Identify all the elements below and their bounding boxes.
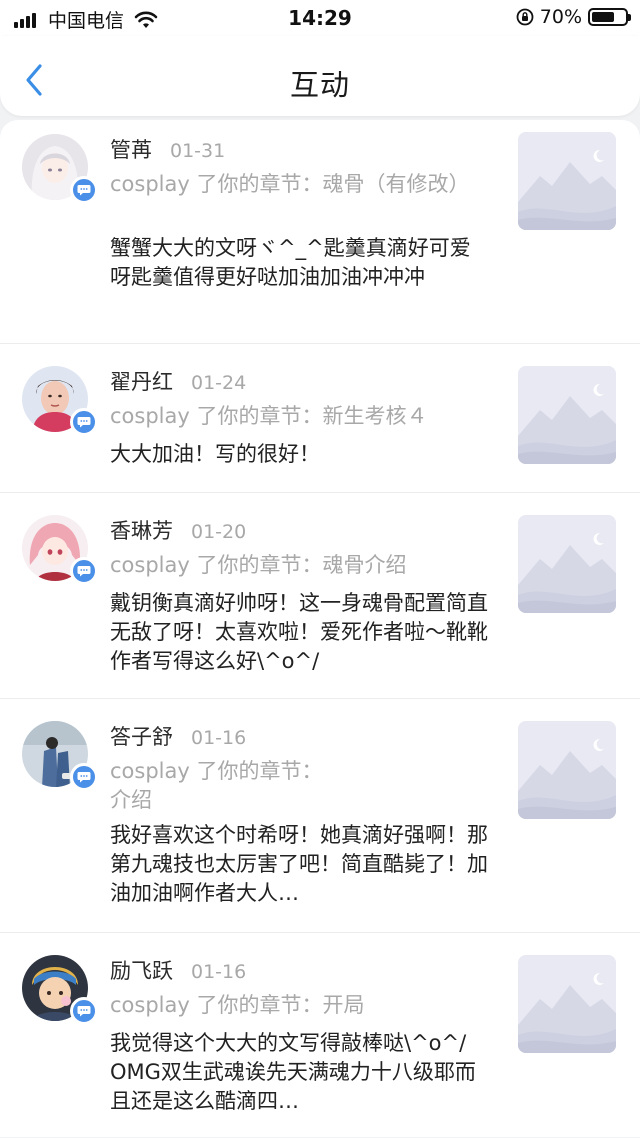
nav-bar: 互动 <box>0 36 640 116</box>
chapter-thumbnail[interactable] <box>518 515 616 613</box>
page-title: 互动 <box>289 68 350 102</box>
date: 01-20 <box>191 521 247 543</box>
username[interactable]: 励飞跃 <box>110 955 173 985</box>
date: 01-16 <box>191 961 247 983</box>
chapter-thumbnail[interactable] <box>518 366 616 464</box>
comment-text: 我觉得这个大大的文写得敲棒哒\^o^/ OMG双生武魂诶先天满魂力十八级耶而且还… <box>110 1031 488 1113</box>
comment-badge-icon <box>70 557 98 585</box>
comment-text: 大大加油！写的很好！ <box>110 442 320 466</box>
action-text: cosplay 了你的章节：魂骨（有修改） <box>110 172 470 196</box>
battery-percent: 70% <box>539 6 582 28</box>
comment-text: 我好喜欢这个时希呀！她真滴好强啊！那第九魂技也太厉害了吧！简直酷毙了！加油加油啊… <box>110 823 488 905</box>
placeholder-image-icon <box>518 955 616 1053</box>
avatar[interactable] <box>22 134 98 204</box>
comment-badge-icon <box>70 408 98 436</box>
chapter-thumbnail[interactable] <box>518 721 616 819</box>
username[interactable]: 答子舒 <box>110 721 173 751</box>
placeholder-image-icon <box>518 132 616 230</box>
list-item[interactable]: 答子舒 01-16 cosplay 了你的章节： 介绍 我好喜欢这个时希呀！她真… <box>0 699 640 933</box>
avatar[interactable] <box>22 955 98 1025</box>
comment-badge-icon <box>70 763 98 791</box>
username[interactable]: 香琳芳 <box>110 515 173 545</box>
comment-badge-icon <box>70 176 98 204</box>
avatar[interactable] <box>22 515 98 585</box>
date: 01-31 <box>170 140 226 162</box>
date: 01-16 <box>191 727 247 749</box>
username[interactable]: 管苒 <box>110 134 152 164</box>
list-item[interactable]: 管苒 01-31 cosplay 了你的章节：魂骨（有修改） 蟹蟹大大的文呀ヾ^… <box>0 120 640 344</box>
action-text: cosplay 了你的章节：开局 <box>110 993 365 1017</box>
list-item[interactable]: 香琳芳 01-20 cosplay 了你的章节：魂骨介绍 戴钥衡真滴好帅呀！这一… <box>0 493 640 699</box>
comment-text: 戴钥衡真滴好帅呀！这一身魂骨配置简直无敌了呀！太喜欢啦！爱死作者啦～靴靴作者写得… <box>110 591 488 673</box>
date: 01-24 <box>191 372 247 394</box>
list-item[interactable]: 翟丹红 01-24 cosplay 了你的章节：新生考核４ 大大加油！写的很好！ <box>0 344 640 493</box>
placeholder-image-icon <box>518 366 616 464</box>
avatar[interactable] <box>22 366 98 436</box>
orientation-lock-icon <box>516 8 534 26</box>
chapter-thumbnail[interactable] <box>518 132 616 230</box>
list-item[interactable]: 励飞跃 01-16 cosplay 了你的章节：开局 我觉得这个大大的文写得敲棒… <box>0 933 640 1137</box>
placeholder-image-icon <box>518 721 616 819</box>
placeholder-image-icon <box>518 515 616 613</box>
interaction-list: 管苒 01-31 cosplay 了你的章节：魂骨（有修改） 蟹蟹大大的文呀ヾ^… <box>0 120 640 1137</box>
avatar[interactable] <box>22 721 98 791</box>
action-text: cosplay 了你的章节： 介绍 <box>110 759 323 812</box>
action-text: cosplay 了你的章节：魂骨介绍 <box>110 553 407 577</box>
battery-level <box>592 12 615 22</box>
username[interactable]: 翟丹红 <box>110 366 173 396</box>
comment-text: 蟹蟹大大的文呀ヾ^_^匙羹真滴好可爱呀匙羹值得更好哒加油加油冲冲冲 <box>110 236 471 289</box>
status-bar: 中国电信 14:29 70% <box>0 0 640 36</box>
comment-badge-icon <box>70 997 98 1025</box>
action-text: cosplay 了你的章节：新生考核４ <box>110 404 428 428</box>
chapter-thumbnail[interactable] <box>518 955 616 1053</box>
battery-icon <box>588 8 631 26</box>
